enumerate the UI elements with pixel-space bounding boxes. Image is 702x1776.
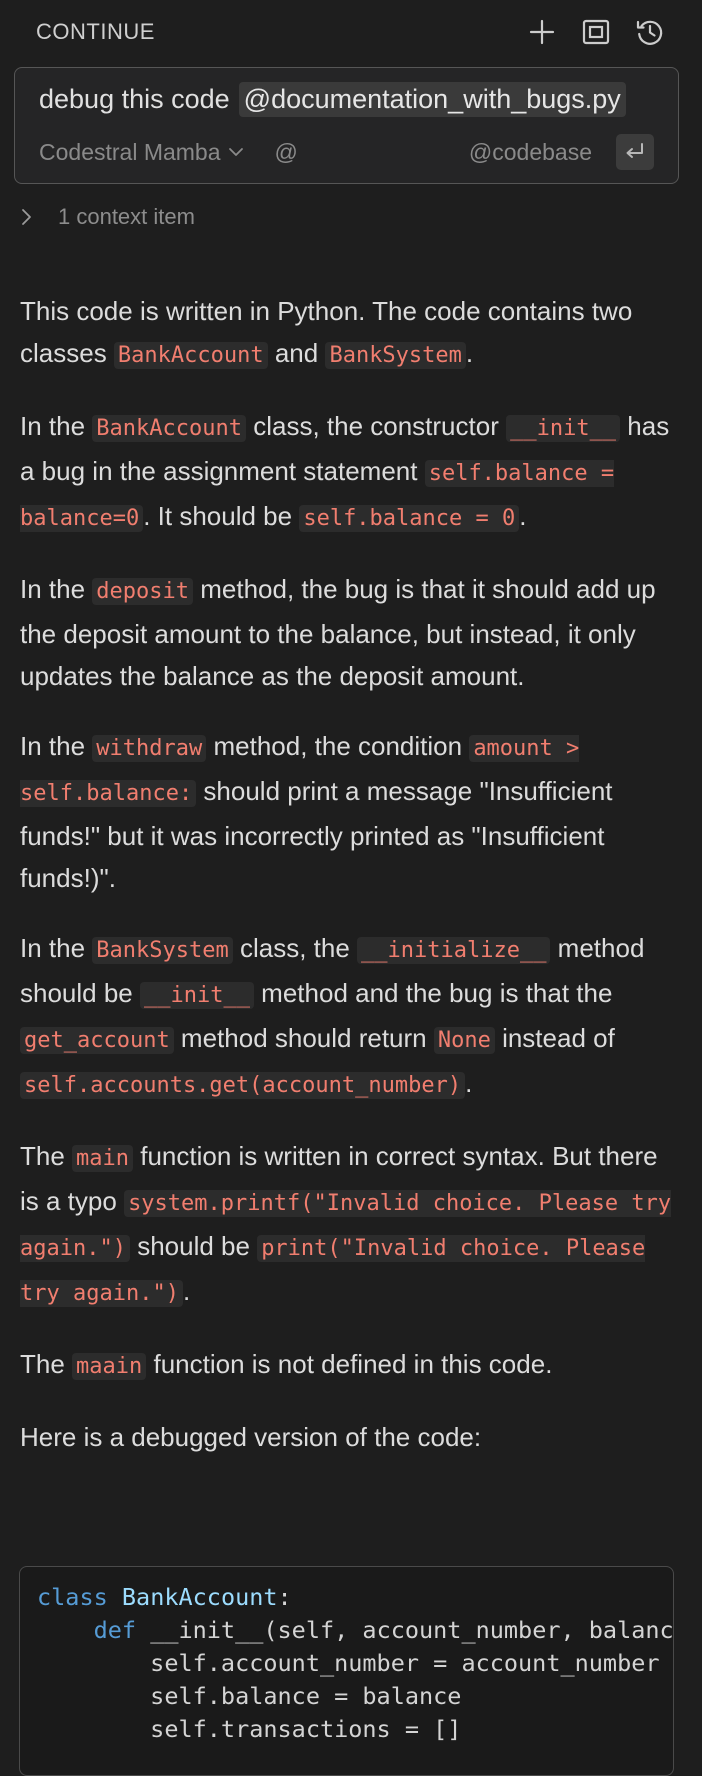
inline-code: BankAccount [113, 342, 268, 369]
header-actions [526, 16, 666, 48]
prompt-text[interactable]: debug this code @documentation_with_bugs… [39, 82, 626, 117]
response-text: class, the constructor [245, 411, 507, 441]
code-line: self.transactions = [] [37, 1715, 462, 1743]
submit-button[interactable] [616, 134, 654, 170]
assistant-response: This code is written in Python. The code… [20, 290, 676, 1486]
inline-code: self.balance = 0 [299, 505, 520, 532]
inline-code: deposit [92, 578, 193, 605]
response-paragraph: Here is a debugged version of the code: [20, 1416, 676, 1458]
response-text: and [267, 338, 326, 368]
response-text: In the [20, 574, 93, 604]
code-line: class BankAccount: [37, 1581, 673, 1614]
code-block[interactable]: class BankAccount: def __init__(self, ac… [19, 1566, 674, 1776]
inline-code: BankAccount [92, 415, 246, 442]
inline-code: BankSystem [92, 937, 233, 964]
response-paragraph: In the deposit method, the bug is that i… [20, 568, 676, 697]
codebase-button[interactable]: @codebase [469, 139, 592, 166]
response-text: In the [20, 411, 93, 441]
inline-code: None [433, 1027, 495, 1054]
maximize-icon [582, 19, 610, 45]
response-text: . [519, 501, 527, 531]
panel-header: CONTINUE [0, 0, 702, 64]
code-line: self.balance = balance [37, 1682, 462, 1710]
response-text: . [465, 338, 474, 368]
response-text: . [182, 1276, 191, 1306]
inline-code: __init__ [506, 415, 621, 442]
response-text: In the [20, 731, 93, 761]
response-text: In the [20, 933, 93, 963]
plus-icon [529, 19, 555, 45]
response-text: The [20, 1349, 73, 1379]
new-session-button[interactable] [526, 16, 558, 48]
response-text: . It should be [143, 501, 300, 531]
response-paragraph: The main function is written in correct … [20, 1135, 676, 1315]
fullscreen-button[interactable] [580, 16, 612, 48]
chevron-right-icon [22, 209, 31, 225]
response-text: class, the [232, 933, 358, 963]
response-text: The [20, 1141, 73, 1171]
code-class-name: BankAccount [121, 1583, 278, 1611]
enter-icon [626, 143, 643, 158]
response-text: should be [129, 1231, 258, 1261]
inline-code: self.accounts.get(account_number) [20, 1072, 466, 1099]
inline-code: maain [72, 1353, 147, 1380]
response-text: Here is a debugged version of the code: [20, 1422, 482, 1452]
code-text: : [277, 1583, 292, 1611]
response-paragraph: This code is written in Python. The code… [20, 290, 676, 377]
inline-code: BankSystem [325, 342, 466, 369]
response-paragraph: In the BankAccount class, the constructo… [20, 405, 676, 540]
code-line: def __init__(self, account_number, balan… [37, 1614, 673, 1647]
code-keyword: def [93, 1616, 137, 1644]
response-text: method, the condition [206, 731, 470, 761]
history-button[interactable] [634, 16, 666, 48]
response-text: instead of [494, 1023, 615, 1053]
history-icon [636, 20, 663, 45]
add-context-button[interactable]: @ [275, 139, 298, 166]
model-selector[interactable]: Codestral Mamba [39, 139, 245, 166]
response-text: method and the bug is that the [253, 978, 613, 1008]
input-toolbar: Codestral Mamba @ @codebase [39, 132, 654, 172]
file-mention-chip[interactable]: @documentation_with_bugs.py [238, 82, 626, 117]
response-text: . [465, 1068, 473, 1098]
code-keyword: class [37, 1583, 108, 1611]
inline-code: get_account [20, 1027, 174, 1054]
inline-code: __init__ [139, 982, 254, 1009]
response-text: function is not defined in this code. [146, 1349, 553, 1379]
response-text: method should return [173, 1023, 434, 1053]
code-line: self.account_number = account_number [37, 1649, 660, 1677]
prompt-message: debug this code [39, 84, 230, 114]
response-paragraph: In the withdraw method, the condition am… [20, 725, 676, 899]
chat-input-box[interactable]: debug this code @documentation_with_bugs… [14, 67, 679, 184]
panel-title: CONTINUE [36, 19, 155, 44]
context-items-toggle[interactable]: 1 context item [20, 204, 195, 230]
chevron-down-icon [228, 148, 243, 156]
response-paragraph: In the BankSystem class, the __initializ… [20, 927, 676, 1107]
context-items-label: 1 context item [58, 204, 195, 229]
inline-code: main [72, 1145, 134, 1172]
model-name: Codestral Mamba [39, 138, 221, 165]
inline-code: __initialize__ [357, 937, 551, 964]
inline-code: withdraw [92, 735, 207, 762]
at-icon: @ [274, 138, 298, 165]
response-paragraph: The maain function is not defined in thi… [20, 1343, 676, 1388]
code-text: __init__(self, account_number, balance=0… [150, 1616, 674, 1644]
